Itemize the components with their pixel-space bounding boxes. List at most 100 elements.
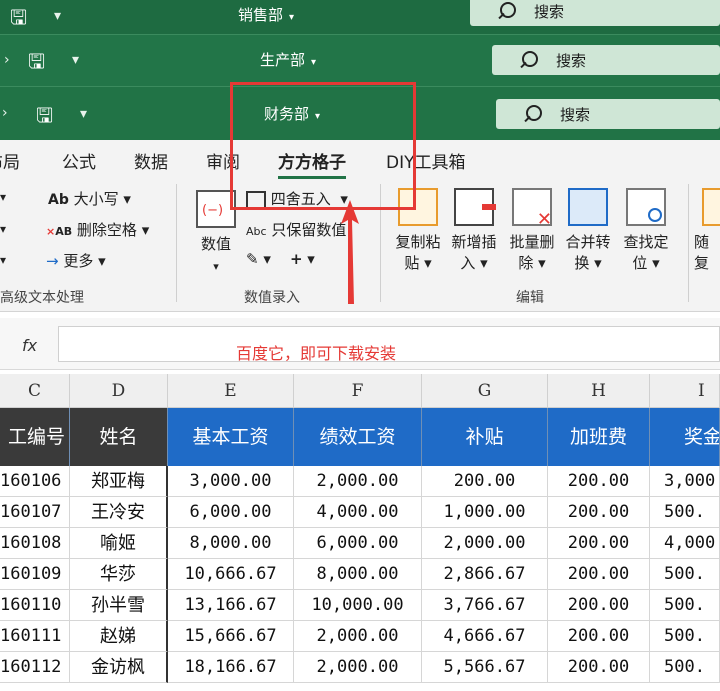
cell-bonus[interactable]: 3,000 [650,466,720,497]
header-cell-performance[interactable]: 绩效工资 [294,408,422,466]
window-title: 生产部 ▾ [260,51,317,69]
quick-access-dropdown-icon[interactable]: ▾ [80,106,87,122]
tab-formulas[interactable]: 公式 [62,148,96,173]
cell-base-salary[interactable]: 6,000.00 [168,497,294,528]
plus-icon: + [289,250,303,268]
cell-overtime[interactable]: 200.00 [548,559,650,590]
cell-allowance[interactable]: 1,000.00 [422,497,548,528]
cell-id[interactable]: 160106 [0,466,70,497]
window-titlebar-sales: 🖫 ▾ 销售部 ▾ 搜索 [0,0,720,34]
remove-spaces-icon: ×AB [46,225,73,238]
window-titlebar-production: › 🖫 ▾ 生产部 ▾ 搜索 [0,34,720,86]
cell-name[interactable]: 赵娣 [70,621,168,652]
cell-id[interactable]: 160109 [0,559,70,590]
cell-id[interactable]: 160107 [0,497,70,528]
cell-overtime[interactable]: 200.00 [548,621,650,652]
cell-name[interactable]: 郑亚梅 [70,466,168,497]
highlight-box [230,82,416,210]
cell-base-salary[interactable]: 13,166.67 [168,590,294,621]
batch-delete-button[interactable]: ✕ 批量删除 ▾ [504,188,560,274]
cell-base-salary[interactable]: 8,000.00 [168,528,294,559]
search-box[interactable]: 搜索 [492,45,720,75]
merge-convert-button[interactable]: 合并转换 ▾ [560,188,616,274]
cell-bonus[interactable]: 4,000 [650,528,720,559]
find-locate-button[interactable]: 查找定位 ▾ [618,188,674,274]
save-icon[interactable]: 🖫 [10,3,27,37]
cell-base-salary[interactable]: 15,666.67 [168,621,294,652]
more-button[interactable]: → 更多 ▾ [46,250,106,271]
cell-id[interactable]: 160108 [0,528,70,559]
column-header-g[interactable]: G [422,374,548,408]
cell-allowance[interactable]: 4,666.67 [422,621,548,652]
column-header-i[interactable]: I [650,374,720,408]
header-cell-bonus[interactable]: 奖金 [650,408,720,466]
cell-bonus[interactable]: 500. [650,590,720,621]
cell-bonus[interactable]: 500. [650,621,720,652]
cell-performance[interactable]: 8,000.00 [294,559,422,590]
column-header-c[interactable]: C [0,374,70,408]
group-separator [688,184,689,302]
cell-name[interactable]: 金访枫 [70,652,168,683]
case-button[interactable]: Ab 大小写 ▾ [48,188,131,209]
header-cell-id[interactable]: 工编号 [0,408,70,466]
keep-numeric-button[interactable]: Abc 只保留数值 [246,219,346,240]
cell-id[interactable]: 160111 [0,621,70,652]
cell-performance[interactable]: 2,000.00 [294,466,422,497]
header-cell-overtime[interactable]: 加班费 [548,408,650,466]
cell-allowance[interactable]: 5,566.67 [422,652,548,683]
cell-bonus[interactable]: 500. [650,559,720,590]
cell-overtime[interactable]: 200.00 [548,528,650,559]
cell-performance[interactable]: 6,000.00 [294,528,422,559]
cell-overtime[interactable]: 200.00 [548,466,650,497]
cell-name[interactable]: 喻姬 [70,528,168,559]
cell-bonus[interactable]: 500. [650,652,720,683]
cut-off-dropdown[interactable]: ▾ [0,253,6,267]
insert-button[interactable]: 新增插入 ▾ [446,188,502,274]
header-cell-name[interactable]: 姓名 [70,408,168,466]
header-cell-allowance[interactable]: 补贴 [422,408,548,466]
cell-performance[interactable]: 2,000.00 [294,621,422,652]
cell-performance[interactable]: 2,000.00 [294,652,422,683]
header-cell-base-salary[interactable]: 基本工资 [168,408,294,466]
cell-allowance[interactable]: 200.00 [422,466,548,497]
cell-performance[interactable]: 10,000.00 [294,590,422,621]
fx-icon[interactable]: fx [22,336,37,355]
cell-performance[interactable]: 4,000.00 [294,497,422,528]
cell-id[interactable]: 160110 [0,590,70,621]
search-box[interactable]: 搜索 [496,99,720,129]
cell-base-salary[interactable]: 18,166.67 [168,652,294,683]
remove-spaces-button[interactable]: ×AB 删除空格 ▾ [46,219,149,240]
cell-name[interactable]: 孙半雪 [70,590,168,621]
cell-overtime[interactable]: 200.00 [548,497,650,528]
tab-data[interactable]: 数据 [134,148,168,173]
window-title: 销售部 ▾ [238,6,295,24]
search-box[interactable]: 搜索 [470,0,720,26]
group-separator [176,184,177,302]
edit-plus-buttons[interactable]: ✎ ▾ + ▾ [246,250,315,268]
save-icon[interactable]: 🖫 [28,47,45,81]
column-header-e[interactable]: E [168,374,294,408]
cell-allowance[interactable]: 3,766.67 [422,590,548,621]
random-icon [702,188,720,226]
column-header-h[interactable]: H [548,374,650,408]
quick-access-dropdown-icon[interactable]: ▾ [72,52,79,68]
search-icon [498,0,520,22]
cell-name[interactable]: 华莎 [70,559,168,590]
tab-layout[interactable]: 布局 [0,148,20,173]
cell-base-salary[interactable]: 10,666.67 [168,559,294,590]
cell-base-salary[interactable]: 3,000.00 [168,466,294,497]
cut-off-dropdown[interactable]: ▾ [0,222,6,236]
cut-off-dropdown[interactable]: ▾ [0,190,6,204]
cell-name[interactable]: 王冷安 [70,497,168,528]
cell-allowance[interactable]: 2,866.67 [422,559,548,590]
column-header-f[interactable]: F [294,374,422,408]
cell-bonus[interactable]: 500. [650,497,720,528]
cell-overtime[interactable]: 200.00 [548,590,650,621]
quick-access-dropdown-icon[interactable]: ▾ [54,8,61,24]
random-button[interactable]: 随复 [694,188,720,274]
save-icon[interactable]: 🖫 [36,101,53,135]
column-header-d[interactable]: D [70,374,168,408]
cell-overtime[interactable]: 200.00 [548,652,650,683]
cell-allowance[interactable]: 2,000.00 [422,528,548,559]
cell-id[interactable]: 160112 [0,652,70,683]
